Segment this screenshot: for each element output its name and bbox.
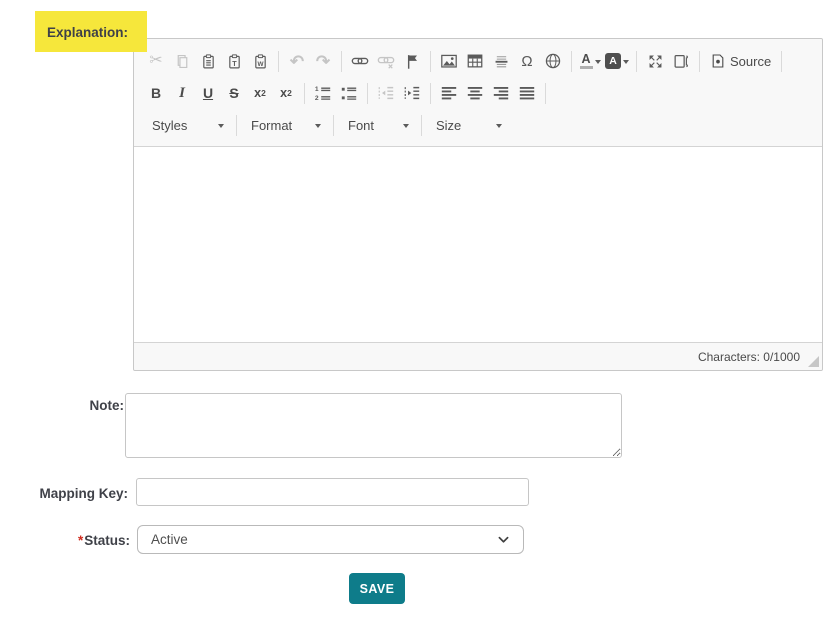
- background-color-button[interactable]: A: [603, 48, 631, 74]
- toolbar-separator: [636, 51, 637, 72]
- text-color-button[interactable]: A: [577, 48, 603, 74]
- styles-combo[interactable]: Styles: [143, 113, 231, 139]
- save-button[interactable]: SAVE: [349, 573, 405, 604]
- size-combo[interactable]: Size: [427, 113, 509, 139]
- bold-button[interactable]: B: [143, 80, 169, 106]
- source-button-label: Source: [730, 54, 771, 69]
- toolbar-separator: [367, 83, 368, 104]
- maximize-icon[interactable]: [642, 48, 668, 74]
- font-combo[interactable]: Font: [339, 113, 416, 139]
- toolbar-separator: [421, 115, 422, 136]
- toolbar-row-2: B I U S x2 x2 12: [143, 77, 816, 109]
- toolbar-separator: [333, 115, 334, 136]
- align-left-icon[interactable]: [436, 80, 462, 106]
- dropdown-arrow-icon: [403, 124, 409, 131]
- svg-text:W: W: [257, 60, 263, 67]
- styles-combo-label: Styles: [152, 118, 187, 133]
- explanation-rich-text-editor: ✂ T W ↶ ↷: [133, 38, 823, 371]
- source-doc-icon: [710, 53, 726, 69]
- note-field-label: Note:: [0, 398, 124, 413]
- decrease-indent-icon: [373, 80, 399, 106]
- insert-table-icon[interactable]: [462, 48, 488, 74]
- link-icon[interactable]: [347, 48, 373, 74]
- size-combo-label: Size: [436, 118, 461, 133]
- font-combo-label: Font: [348, 118, 374, 133]
- svg-text:2: 2: [315, 95, 319, 102]
- explanation-field-label: Explanation:: [35, 11, 147, 52]
- background-color-icon: A: [605, 53, 621, 69]
- iframe-globe-icon[interactable]: [540, 48, 566, 74]
- horizontal-line-icon[interactable]: [488, 48, 514, 74]
- toolbar-separator: [236, 115, 237, 136]
- dropdown-arrow-icon: [623, 60, 629, 67]
- subscript-button[interactable]: x2: [247, 80, 273, 106]
- toolbar-separator: [699, 51, 700, 72]
- toolbar-separator: [341, 51, 342, 72]
- toolbar-separator: [430, 83, 431, 104]
- unlink-icon: [373, 48, 399, 74]
- show-blocks-icon[interactable]: [668, 48, 694, 74]
- svg-text:1: 1: [315, 86, 319, 93]
- text-color-icon: A: [580, 53, 593, 70]
- special-character-icon[interactable]: Ω: [514, 48, 540, 74]
- toolbar-separator: [278, 51, 279, 72]
- mapping-key-field-label: Mapping Key:: [0, 486, 128, 501]
- insert-image-icon[interactable]: [436, 48, 462, 74]
- strikethrough-button[interactable]: S: [221, 80, 247, 106]
- mapping-key-input[interactable]: [136, 478, 529, 506]
- align-right-icon[interactable]: [488, 80, 514, 106]
- dropdown-arrow-icon: [218, 124, 224, 131]
- editor-toolbar: ✂ T W ↶ ↷: [134, 39, 822, 147]
- format-combo[interactable]: Format: [242, 113, 328, 139]
- chevron-down-icon: [496, 532, 511, 547]
- copy-icon: [169, 48, 195, 74]
- dropdown-arrow-icon: [595, 60, 601, 67]
- anchor-flag-icon[interactable]: [399, 48, 425, 74]
- toolbar-separator: [304, 83, 305, 104]
- editor-content-area[interactable]: [134, 147, 822, 342]
- align-center-icon[interactable]: [462, 80, 488, 106]
- required-asterisk: *: [78, 533, 83, 548]
- paste-icon[interactable]: [195, 48, 221, 74]
- superscript-button[interactable]: x2: [273, 80, 299, 106]
- status-select[interactable]: Active: [137, 525, 524, 554]
- numbered-list-icon[interactable]: 12: [310, 80, 336, 106]
- note-textarea[interactable]: [125, 393, 622, 458]
- align-justify-icon[interactable]: [514, 80, 540, 106]
- editor-resize-grip-icon[interactable]: [808, 356, 819, 367]
- svg-text:T: T: [232, 58, 237, 67]
- toolbar-row-1: ✂ T W ↶ ↷: [143, 45, 816, 77]
- dropdown-arrow-icon: [315, 124, 321, 131]
- status-field-label: *Status:: [0, 533, 130, 548]
- bulleted-list-icon[interactable]: [336, 80, 362, 106]
- characters-counter: Characters: 0/1000: [698, 350, 800, 364]
- source-button[interactable]: Source: [705, 48, 776, 74]
- paste-from-word-icon[interactable]: W: [247, 48, 273, 74]
- status-select-value: Active: [151, 532, 188, 547]
- italic-button[interactable]: I: [169, 80, 195, 106]
- redo-icon: ↷: [310, 48, 336, 74]
- toolbar-separator: [781, 51, 782, 72]
- undo-icon: ↶: [284, 48, 310, 74]
- toolbar-row-3: Styles Format Font Size: [143, 109, 816, 142]
- editor-status-bar: Characters: 0/1000: [134, 342, 822, 370]
- toolbar-separator: [571, 51, 572, 72]
- paste-plain-text-icon[interactable]: T: [221, 48, 247, 74]
- format-combo-label: Format: [251, 118, 292, 133]
- toolbar-separator: [430, 51, 431, 72]
- toolbar-separator: [545, 83, 546, 104]
- increase-indent-icon[interactable]: [399, 80, 425, 106]
- underline-button[interactable]: U: [195, 80, 221, 106]
- dropdown-arrow-icon: [496, 124, 502, 131]
